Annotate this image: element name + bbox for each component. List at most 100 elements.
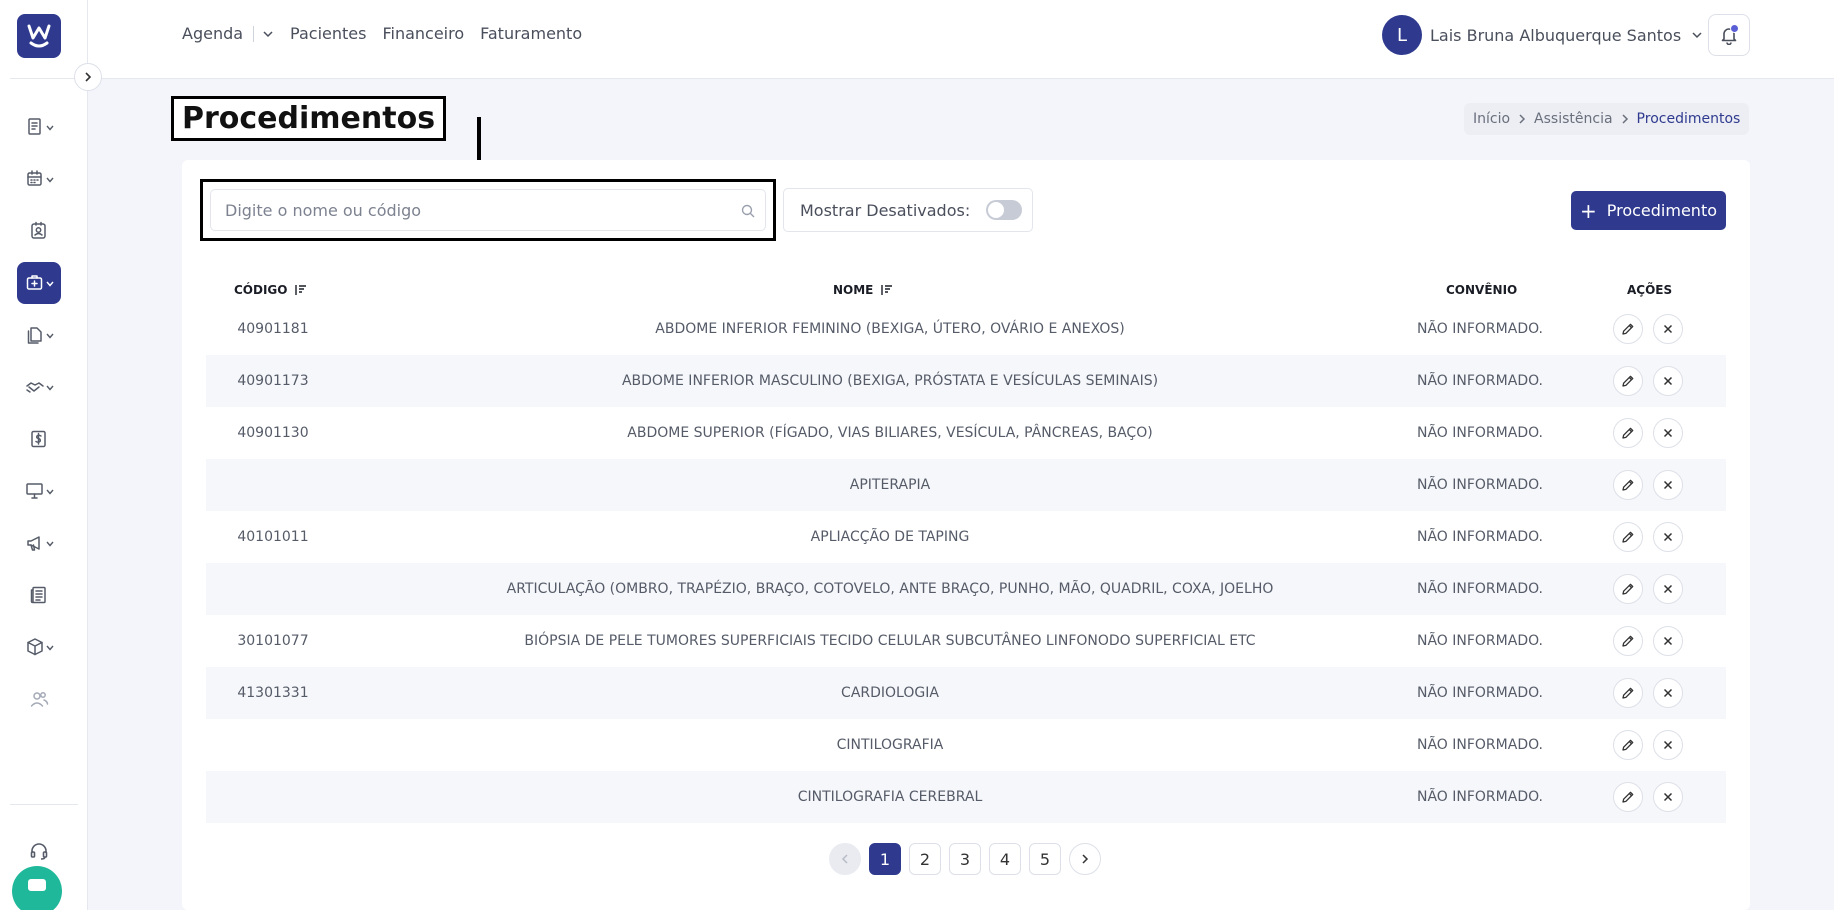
chevron-down-icon	[263, 30, 273, 37]
pagination-page-2[interactable]: 2	[909, 843, 941, 875]
table-row: 40901181 ABDOME INFERIOR FEMININO (BEXIGA…	[206, 303, 1726, 355]
contact-card-icon	[31, 221, 46, 239]
pagination-prev-button[interactable]	[829, 843, 861, 875]
edit-button[interactable]	[1613, 626, 1643, 656]
sidebar-item-contact-card[interactable]	[17, 210, 61, 252]
cell-codigo	[206, 563, 340, 615]
cell-nome: BIÓPSIA DE PELE TUMORES SUPERFICIAIS TEC…	[524, 633, 1256, 649]
pencil-icon	[1622, 427, 1634, 439]
chevron-down-icon	[45, 489, 54, 495]
pagination-page-5[interactable]: 5	[1029, 843, 1061, 875]
edit-button[interactable]	[1613, 314, 1643, 344]
table-row: 40901173 ABDOME INFERIOR MASCULINO (BEXIG…	[206, 355, 1726, 407]
delete-button[interactable]	[1653, 782, 1683, 812]
edit-button[interactable]	[1613, 522, 1643, 552]
sidebar-item-dollar[interactable]	[17, 418, 61, 460]
edit-button[interactable]	[1613, 470, 1643, 500]
nav-agenda[interactable]: Agenda	[182, 24, 243, 43]
search-input[interactable]	[210, 189, 766, 231]
show-disabled-label: Mostrar Desativados:	[800, 200, 971, 220]
delete-button[interactable]	[1653, 522, 1683, 552]
chevron-right-icon	[1082, 854, 1089, 864]
top-nav: Agenda Pacientes Financeiro Faturamento	[182, 24, 598, 43]
cell-codigo: 30101077	[237, 633, 309, 649]
procedures-card: Mostrar Desativados: + Procedimento CÓDI…	[182, 160, 1750, 910]
cell-convenio: NÃO INFORMADO.	[1416, 737, 1543, 753]
sidebar-item-users[interactable]	[17, 678, 61, 720]
show-disabled-toggle[interactable]	[986, 200, 1023, 220]
sidebar-item-monitor[interactable]	[17, 470, 61, 512]
edit-button[interactable]	[1613, 418, 1643, 448]
sidebar-item-megaphone[interactable]	[17, 522, 61, 564]
chevron-right-icon	[85, 72, 92, 82]
pencil-icon	[1622, 791, 1634, 803]
chevron-down-icon	[45, 281, 54, 287]
delete-button[interactable]	[1653, 574, 1683, 604]
cell-convenio: NÃO INFORMADO.	[1416, 633, 1543, 649]
chevron-right-icon	[1518, 114, 1526, 124]
sidebar-item-medical-kit[interactable]	[17, 262, 61, 304]
cell-codigo: 40901173	[237, 373, 309, 389]
pagination-page-3[interactable]: 3	[949, 843, 981, 875]
sidebar-item-news[interactable]	[17, 574, 61, 616]
sidebar-item-calendar[interactable]	[17, 158, 61, 200]
nav-faturamento[interactable]: Faturamento	[480, 24, 582, 43]
cell-convenio: NÃO INFORMADO.	[1416, 321, 1543, 337]
breadcrumb-procedimentos: Procedimentos	[1636, 111, 1741, 127]
user-name: Lais Bruna Albuquerque Santos	[1430, 25, 1682, 45]
chevron-down-icon	[45, 333, 54, 339]
delete-button[interactable]	[1653, 366, 1683, 396]
notifications-button[interactable]	[1708, 14, 1750, 56]
edit-button[interactable]	[1613, 366, 1643, 396]
delete-button[interactable]	[1653, 626, 1683, 656]
delete-button[interactable]	[1653, 470, 1683, 500]
breadcrumb-inicio[interactable]: Início	[1473, 111, 1510, 127]
close-icon	[1663, 532, 1673, 542]
table-row: CINTILOGRAFIA CEREBRAL NÃO INFORMADO.	[206, 771, 1726, 823]
agenda-dropdown-toggle[interactable]	[262, 28, 274, 40]
cell-nome: CINTILOGRAFIA CEREBRAL	[797, 789, 983, 805]
app-logo[interactable]	[17, 14, 61, 58]
close-icon	[1663, 376, 1673, 386]
pagination-page-1[interactable]: 1	[869, 843, 901, 875]
delete-button[interactable]	[1653, 314, 1683, 344]
top-header: Agenda Pacientes Financeiro Faturamento …	[88, 0, 1834, 79]
sidebar-item-handshake[interactable]	[17, 366, 61, 408]
edit-button[interactable]	[1613, 678, 1643, 708]
sidebar-divider	[10, 78, 78, 79]
sidebar-toggle-button[interactable]	[74, 63, 102, 91]
edit-button[interactable]	[1613, 730, 1643, 760]
cell-nome: CARDIOLOGIA	[841, 685, 939, 701]
delete-button[interactable]	[1653, 418, 1683, 448]
breadcrumb-assistencia[interactable]: Assistência	[1534, 111, 1613, 127]
w-smile-logo-icon	[27, 24, 51, 48]
chat-icon	[28, 879, 46, 891]
column-label: NOME	[833, 283, 874, 297]
table-row: 40901130 ABDOME SUPERIOR (FÍGADO, VIAS BI…	[206, 407, 1726, 459]
sidebar-item-documents[interactable]	[17, 314, 61, 356]
add-procedure-button[interactable]: + Procedimento	[1571, 191, 1726, 230]
sidebar	[0, 0, 88, 910]
sidebar-item-receipt[interactable]	[17, 106, 61, 148]
sort-icon	[293, 284, 307, 296]
pagination-next-button[interactable]	[1069, 843, 1101, 875]
cell-codigo	[206, 459, 340, 511]
chat-support-bubble[interactable]	[12, 866, 62, 910]
chevron-down-icon	[45, 177, 54, 183]
search-highlight-box	[200, 179, 776, 241]
delete-button[interactable]	[1653, 730, 1683, 760]
pagination-page-4[interactable]: 4	[989, 843, 1021, 875]
nav-financeiro[interactable]: Financeiro	[382, 24, 464, 43]
sidebar-item-box[interactable]	[17, 626, 61, 668]
user-menu[interactable]: L Lais Bruna Albuquerque Santos	[1382, 15, 1703, 55]
close-icon	[1663, 324, 1673, 334]
close-icon	[1663, 636, 1673, 646]
delete-button[interactable]	[1653, 678, 1683, 708]
cell-codigo: 41301331	[237, 685, 309, 701]
nav-pacientes[interactable]: Pacientes	[290, 24, 366, 43]
edit-button[interactable]	[1613, 574, 1643, 604]
page-title: Procedimentos	[171, 96, 447, 141]
edit-button[interactable]	[1613, 782, 1643, 812]
toggle-knob	[988, 202, 1005, 218]
cell-nome: APLIACÇÃO DE TAPING	[810, 529, 970, 545]
